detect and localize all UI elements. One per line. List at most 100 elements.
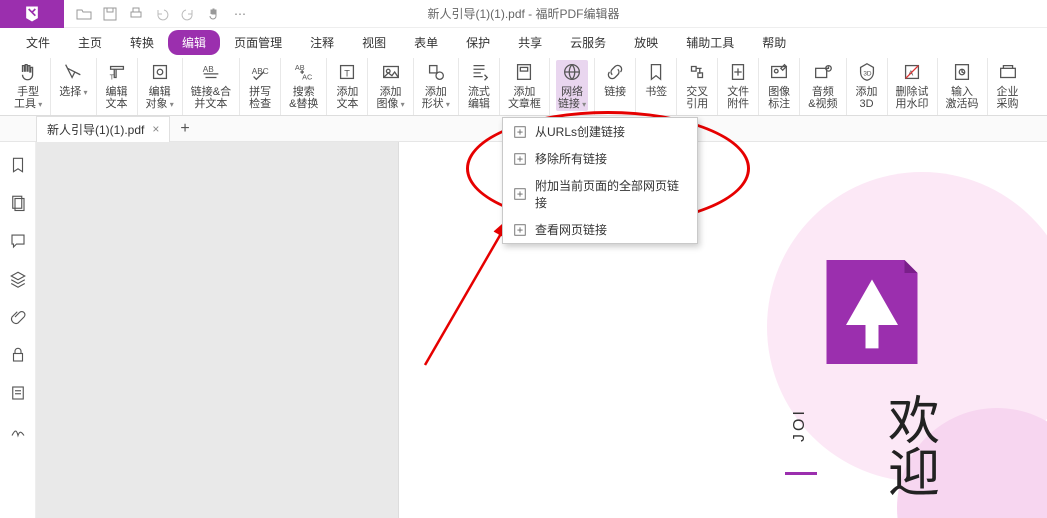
svg-text:AB: AB (203, 65, 215, 74)
ribbon-button[interactable]: 3D添加3D (853, 60, 881, 110)
ribbon-icon (61, 60, 85, 84)
comments-icon[interactable] (9, 232, 27, 250)
ribbon-icon (767, 60, 791, 84)
ribbon-label: 输入激活码 (946, 86, 979, 110)
add-tab-button[interactable]: + (170, 116, 199, 142)
ribbon-label: 添加文本 (336, 86, 358, 110)
link-action-icon (513, 125, 527, 139)
foxit-logo-icon (807, 247, 937, 377)
ribbon-icon (811, 60, 835, 84)
ribbon-icon (424, 60, 448, 84)
menu-item[interactable]: 辅助工具 (672, 30, 748, 55)
attachment-icon[interactable] (9, 308, 27, 326)
dropdown-item[interactable]: 附加当前页面的全部网页链接 (503, 172, 697, 216)
ribbon-icon (16, 60, 40, 84)
document-tab[interactable]: 新人引导(1)(1).pdf × (36, 116, 170, 142)
ribbon-button[interactable]: AB 链接&合并文本 (189, 60, 233, 110)
menu-item[interactable]: 共享 (504, 30, 556, 55)
ribbon-icon (726, 60, 750, 84)
dropdown-item[interactable]: 从URLs创建链接 (503, 118, 697, 145)
canvas-margin (36, 142, 398, 518)
ribbon-label: 交叉引用 (686, 86, 708, 110)
svg-text:AC: AC (302, 72, 313, 81)
menu-item[interactable]: 注释 (296, 30, 348, 55)
layers-icon[interactable] (9, 270, 27, 288)
pages-icon[interactable] (9, 194, 27, 212)
ribbon-icon: ABC (248, 60, 272, 84)
ribbon-label: 链接&合并文本 (191, 86, 231, 110)
ribbon-button[interactable]: 网络链接 (556, 60, 588, 111)
dropdown-item-label: 从URLs创建链接 (535, 123, 625, 140)
menu-bar: 文件主页转换编辑页面管理注释视图表单保护共享云服务放映辅助工具帮助 (0, 28, 1047, 56)
close-tab-icon[interactable]: × (152, 122, 159, 136)
security-icon[interactable] (9, 346, 27, 364)
ribbon-button[interactable]: ABAC搜索&替换 (287, 60, 320, 110)
ribbon-label: 编辑文本 (106, 86, 128, 110)
open-icon[interactable] (76, 6, 92, 22)
redo-icon[interactable] (180, 6, 196, 22)
menu-item[interactable]: 保护 (452, 30, 504, 55)
bookmark-icon[interactable] (9, 156, 27, 174)
ribbon-label: 文件附件 (727, 86, 749, 110)
ribbon-button[interactable]: 链接 (601, 60, 629, 98)
ribbon-button[interactable]: 添加文章框 (506, 60, 543, 110)
menu-item[interactable]: 表单 (400, 30, 452, 55)
ribbon-button[interactable]: 企业采购 (994, 60, 1022, 110)
menu-item[interactable]: 主页 (64, 30, 116, 55)
ribbon-button[interactable]: 输入激活码 (944, 60, 981, 110)
menu-item[interactable]: 放映 (620, 30, 672, 55)
ribbon-button[interactable]: 选择 (57, 60, 89, 99)
document-tab-label: 新人引导(1)(1).pdf (47, 121, 144, 138)
ribbon-icon: A (900, 60, 924, 84)
save-icon[interactable] (102, 6, 118, 22)
print-icon[interactable] (128, 6, 144, 22)
svg-text:ABC: ABC (252, 67, 269, 76)
ribbon-button[interactable]: 手型工具 (12, 60, 44, 111)
ribbon-button[interactable]: 添加图像 (374, 60, 406, 111)
ribbon-button[interactable]: 图像标注 (765, 60, 793, 110)
menu-item[interactable]: 帮助 (748, 30, 800, 55)
ribbon-label: 删除试用水印 (896, 86, 929, 110)
ribbon-button[interactable]: A删除试用水印 (894, 60, 931, 110)
dropdown-item-label: 移除所有链接 (535, 150, 607, 167)
ribbon-icon (560, 60, 584, 84)
ribbon-button[interactable]: 音频&视频 (806, 60, 839, 110)
ribbon-button[interactable]: 编辑对象 (144, 60, 176, 111)
ribbon-button[interactable]: 添加形状 (420, 60, 452, 111)
undo-icon[interactable] (154, 6, 170, 22)
ribbon-button[interactable]: 交叉引用 (683, 60, 711, 110)
ribbon-button[interactable]: 流式编辑 (465, 60, 493, 110)
signature-icon[interactable] (9, 422, 27, 440)
more-icon[interactable]: ⋯ (232, 6, 248, 22)
menu-item[interactable]: 视图 (348, 30, 400, 55)
ribbon-toolbar: 手型工具选择T编辑文本编辑对象AB链接&合并文本ABC拼写检查ABAC搜索&替换… (0, 56, 1047, 116)
menu-item[interactable]: 转换 (116, 30, 168, 55)
ribbon-button[interactable]: T 添加文本 (333, 60, 361, 110)
left-sidebar (0, 142, 36, 518)
menu-item[interactable]: 文件 (12, 30, 64, 55)
ribbon-label: 链接 (604, 86, 626, 98)
window-title: 新人引导(1)(1).pdf - 福昕PDF编辑器 (427, 5, 619, 22)
menu-item[interactable]: 页面管理 (220, 30, 296, 55)
ribbon-icon (379, 60, 403, 84)
ribbon-icon: AB (199, 60, 223, 84)
ribbon-icon: ABAC (292, 60, 316, 84)
pdf-page[interactable]: 欢 迎 JOI (398, 142, 1047, 518)
title-bar: ⋯ 新人引导(1)(1).pdf - 福昕PDF编辑器 (0, 0, 1047, 28)
menu-item[interactable]: 编辑 (168, 30, 220, 55)
ribbon-button[interactable]: 书签 (642, 60, 670, 98)
link-action-icon (513, 223, 527, 237)
form-icon[interactable] (9, 384, 27, 402)
ribbon-label: 流式编辑 (468, 86, 490, 110)
dropdown-item[interactable]: 查看网页链接 (503, 216, 697, 243)
ribbon-button[interactable]: ABC拼写检查 (246, 60, 274, 110)
ribbon-button[interactable]: 文件附件 (724, 60, 752, 110)
dropdown-item[interactable]: 移除所有链接 (503, 145, 697, 172)
ribbon-button[interactable]: T编辑文本 (103, 60, 131, 110)
svg-text:T: T (345, 69, 351, 79)
hand-icon[interactable] (206, 6, 222, 22)
ribbon-icon: T (335, 60, 359, 84)
quick-access-toolbar: ⋯ (64, 6, 260, 22)
ribbon-icon: 3D (855, 60, 879, 84)
menu-item[interactable]: 云服务 (556, 30, 620, 55)
